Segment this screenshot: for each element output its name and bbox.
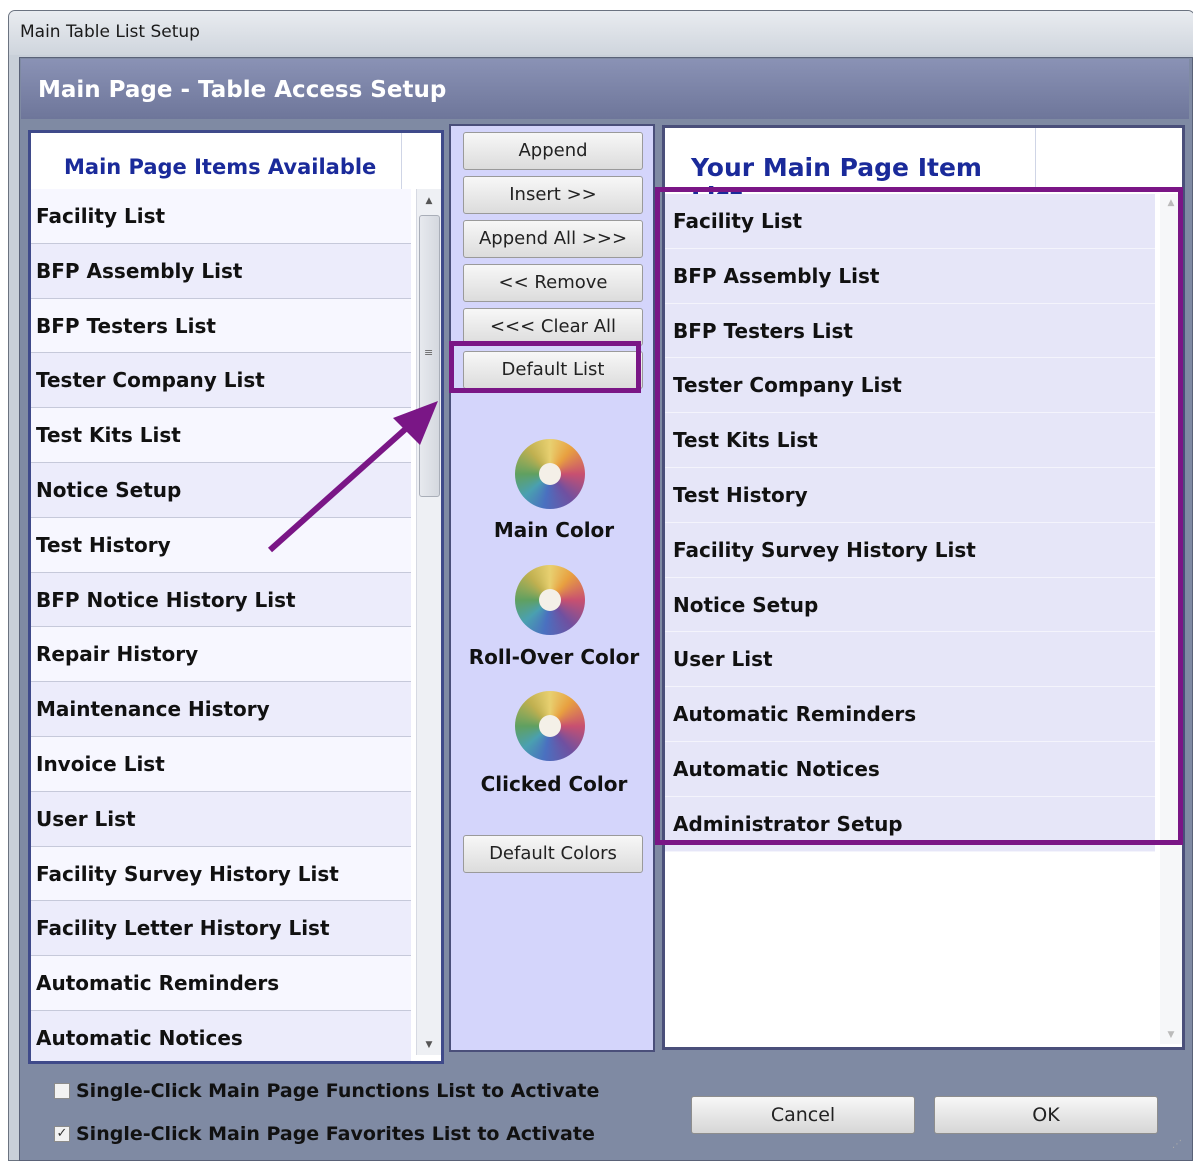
- clicked-color-label: Clicked Color: [480, 772, 628, 796]
- clicked-color-wheel-icon[interactable]: [515, 691, 585, 761]
- favorites-single-click-checkbox[interactable]: ✓ Single-Click Main Page Favorites List …: [54, 1123, 595, 1149]
- cancel-button[interactable]: Cancel: [691, 1096, 915, 1134]
- ok-button[interactable]: OK: [934, 1096, 1158, 1134]
- functions-single-click-checkbox[interactable]: Single-Click Main Page Functions List to…: [54, 1080, 599, 1106]
- check-mark-icon[interactable]: ✓: [54, 1126, 70, 1142]
- append-button[interactable]: Append: [463, 132, 643, 170]
- dialog-footer: Single-Click Main Page Functions List to…: [20, 1065, 1192, 1159]
- rollover-color-label: Roll-Over Color: [468, 645, 640, 669]
- resize-grip-icon[interactable]: ⋰: [1172, 1139, 1190, 1157]
- checkbox-unchecked[interactable]: [54, 1083, 70, 1099]
- insert-button[interactable]: Insert >>: [463, 176, 643, 214]
- functions-single-click-label: Single-Click Main Page Functions List to…: [76, 1080, 600, 1102]
- scroll-down-arrow-icon[interactable]: ▼: [1160, 1026, 1182, 1044]
- main-color-wheel-icon[interactable]: [515, 439, 585, 509]
- actions-panel: Append Insert >> Append All >>> << Remov…: [449, 124, 655, 1052]
- favorites-single-click-label: Single-Click Main Page Favorites List to…: [76, 1123, 595, 1145]
- my-items-header: Your Main Page Item List: [665, 128, 1036, 211]
- my-list-highlight: [655, 187, 1183, 845]
- default-list-highlight: [449, 341, 641, 393]
- remove-button[interactable]: << Remove: [463, 264, 643, 302]
- main-color-label: Main Color: [493, 518, 615, 542]
- default-colors-button[interactable]: Default Colors: [463, 835, 643, 873]
- annotation-arrow-head: [393, 401, 438, 445]
- annotation-arrow-line: [268, 422, 412, 553]
- append-all-button[interactable]: Append All >>>: [463, 220, 643, 258]
- rollover-color-wheel-icon[interactable]: [515, 565, 585, 635]
